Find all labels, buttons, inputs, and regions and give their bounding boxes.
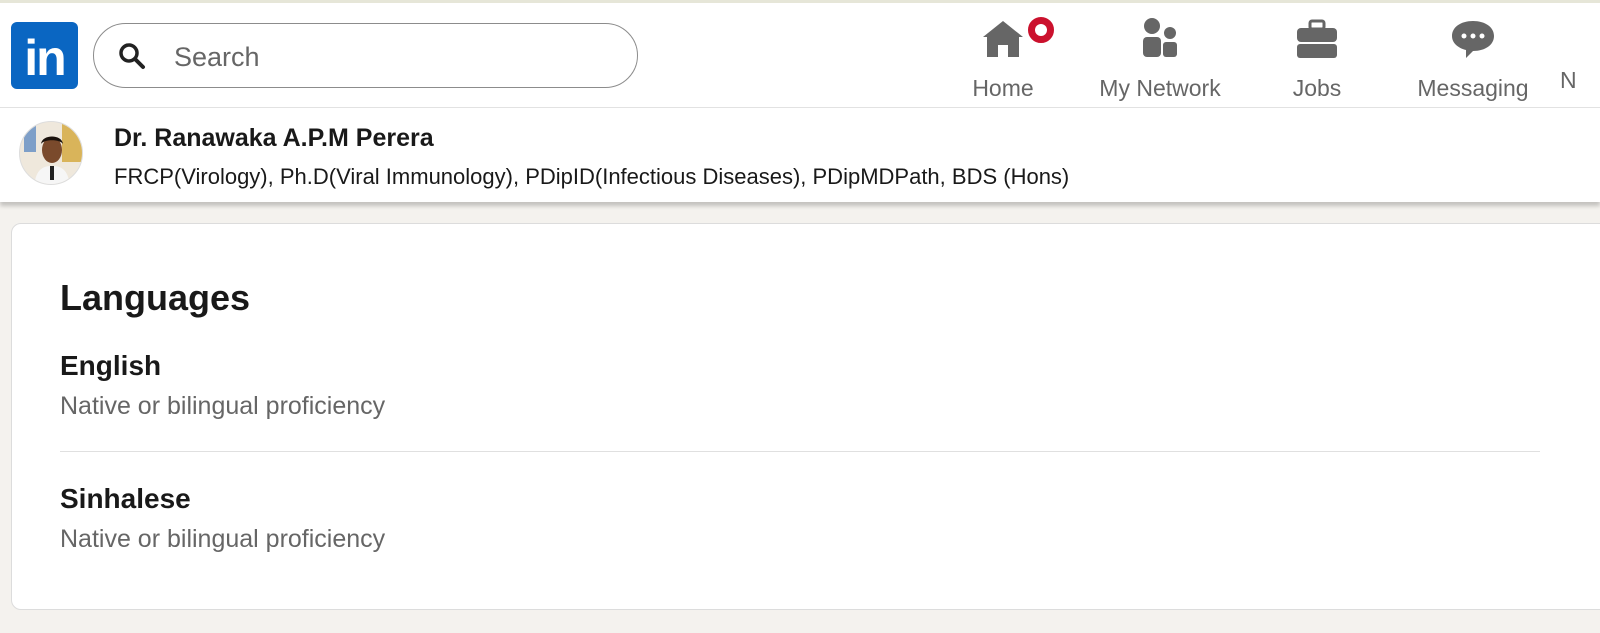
- nav-item-label: Home: [972, 75, 1034, 101]
- search-box[interactable]: [93, 23, 638, 88]
- nav-item-label: Jobs: [1292, 75, 1342, 101]
- home-icon: [983, 21, 1023, 57]
- message-icon: [1452, 21, 1494, 58]
- profile-name[interactable]: Dr. Ranawaka A.P.M Perera: [114, 124, 434, 153]
- nav-item-label: Messaging: [1417, 75, 1529, 101]
- language-name: English: [60, 350, 162, 381]
- notification-badge: [1026, 15, 1056, 45]
- language-item: English Native or bilingual proficiency: [60, 350, 1540, 421]
- languages-card: Languages English Native or bilingual pr…: [11, 223, 1600, 610]
- nav-item-jobs[interactable]: Jobs: [1280, 17, 1354, 101]
- language-item: Sinhalese Native or bilingual proficienc…: [60, 483, 1540, 554]
- nav-item-home[interactable]: Home: [960, 15, 1056, 101]
- nav-item-notifications-truncated[interactable]: N: [1560, 67, 1577, 94]
- language-name: Sinhalese: [60, 483, 191, 514]
- briefcase-icon: [1297, 19, 1337, 58]
- people-icon: [1143, 18, 1177, 57]
- nav-item-label: My Network: [1099, 75, 1221, 101]
- sticky-profile-bar: Dr. Ranawaka A.P.M Perera FRCP(Virology)…: [0, 108, 1600, 202]
- language-proficiency: Native or bilingual proficiency: [60, 525, 386, 553]
- linkedin-logo[interactable]: in: [11, 22, 78, 89]
- search-icon: [119, 43, 145, 69]
- language-proficiency: Native or bilingual proficiency: [60, 392, 386, 420]
- divider: [60, 451, 1540, 452]
- section-title: Languages: [60, 277, 251, 318]
- nav-item-messaging[interactable]: Messaging: [1412, 17, 1534, 101]
- search-input[interactable]: [172, 36, 616, 78]
- global-nav: in Home My Network: [0, 3, 1600, 108]
- profile-photo: [20, 122, 82, 184]
- logo-text: in: [24, 30, 66, 86]
- profile-avatar[interactable]: [19, 121, 83, 185]
- nav-item-my-network[interactable]: My Network: [1090, 17, 1230, 101]
- profile-headline: FRCP(Virology), Ph.D(Viral Immunology), …: [114, 164, 1070, 189]
